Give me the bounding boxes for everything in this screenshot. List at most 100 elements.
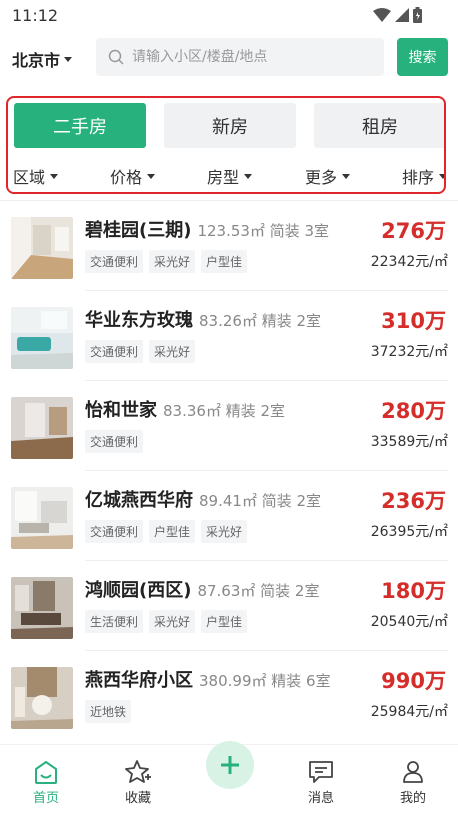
listing-thumbnail [11,217,73,279]
tab-rental[interactable]: 租房 [314,103,444,148]
filter-label: 房型 [207,168,240,187]
nav-favorites[interactable]: 收藏 [108,759,168,806]
search-button[interactable]: 搜索 [397,38,448,76]
listing-item[interactable]: 碧桂园(三期) 123.53㎡ 简装 3室 交通便利 采光好 户型佳 276万 … [0,201,458,291]
listing-price: 990万 [381,669,446,693]
listing-tag: 采光好 [149,250,196,273]
add-listing-button[interactable] [206,741,254,789]
listing-item[interactable]: 燕西华府小区 380.99㎡ 精装 6室 近地铁 990万 25984元/㎡ [0,651,458,741]
listing-tag: 采光好 [149,340,196,363]
listing-specs: 83.26㎡ 精装 2室 [199,312,322,330]
plus-icon [221,756,239,774]
caret-down-icon [244,173,253,179]
nav-messages-label: 消息 [307,791,334,806]
filter-sort[interactable]: 排序 [402,164,444,188]
filter-label: 更多 [305,168,338,187]
listing-tags: 交通便利 采光好 [85,340,196,363]
listing-tag: 交通便利 [85,520,144,543]
city-label: 北京市 [12,51,61,70]
listing-specs: 83.36㎡ 精装 2室 [163,402,286,420]
battery-icon [413,7,422,23]
listing-tag: 户型佳 [201,610,248,633]
listing-item[interactable]: 亿城燕西华府 89.41㎡ 简装 2室 交通便利 户型佳 采光好 236万 26… [0,471,458,561]
search-icon [108,49,124,65]
listing-unit-price: 33589元/㎡ [370,434,448,450]
nav-favorites-label: 收藏 [124,791,151,806]
listing-tag: 户型佳 [201,250,248,273]
listing-item[interactable]: 怡和世家 83.36㎡ 精装 2室 交通便利 280万 33589元/㎡ [0,381,458,471]
filter-label: 价格 [110,168,143,187]
listing-tags: 生活便利 采光好 户型佳 [85,610,248,633]
listing-tags: 交通便利 采光好 户型佳 [85,250,248,273]
listing-title-row: 怡和世家 83.36㎡ 精装 2室 [85,396,285,422]
listing-title-row: 华业东方玫瑰 83.26㎡ 精装 2室 [85,306,321,332]
listing-thumbnail [11,667,73,729]
nav-home[interactable]: 首页 [16,759,76,806]
listing-price: 280万 [381,399,446,423]
search-input[interactable] [132,49,372,65]
listing-title-row: 鸿顺园(西区) 87.63㎡ 简装 2室 [85,576,319,602]
listing-item[interactable]: 鸿顺园(西区) 87.63㎡ 简装 2室 生活便利 采光好 户型佳 180万 2… [0,561,458,651]
listing-specs: 380.99㎡ 精装 6室 [199,672,331,690]
caret-down-icon [439,173,444,179]
caret-down-icon [342,173,351,179]
filter-layout[interactable]: 房型 [207,164,253,188]
listing-title-row: 亿城燕西华府 89.41㎡ 简装 2室 [85,486,321,512]
caret-down-icon [147,173,156,179]
listing-thumbnail [11,307,73,369]
category-filter-panel: 二手房 新房 租房 区域 价格 房型 更多 排序 [6,96,446,194]
tab-second-hand[interactable]: 二手房 [14,103,146,148]
listing-tags: 交通便利 户型佳 采光好 [85,520,248,543]
caret-down-icon [50,173,59,179]
listing-thumbnail [11,487,73,549]
message-icon [309,761,333,783]
listing-title-row: 燕西华府小区 380.99㎡ 精装 6室 [85,666,331,692]
nav-profile-label: 我的 [399,791,426,806]
listing-name: 华业东方玫瑰 [85,310,193,331]
filter-label: 排序 [402,168,435,187]
listing-unit-price: 22342元/㎡ [370,254,448,270]
signal-icon [395,8,409,22]
listing-price: 310万 [381,309,446,333]
listing-tag: 近地铁 [85,700,132,723]
status-bar: 11:12 [0,0,458,30]
filter-more[interactable]: 更多 [305,164,351,188]
tab-new-house[interactable]: 新房 [164,103,296,148]
filter-label: 区域 [13,168,46,187]
wifi-icon [373,8,391,22]
listing-unit-price: 25984元/㎡ [370,704,448,720]
listing-name: 亿城燕西华府 [85,490,193,511]
listing-price: 276万 [381,219,446,243]
listing-specs: 87.63㎡ 简装 2室 [197,582,320,600]
search-header: 北京市 搜索 [0,38,458,78]
search-box[interactable] [96,38,384,76]
profile-icon [403,761,423,783]
listing-tag: 生活便利 [85,610,144,633]
listing-unit-price: 20540元/㎡ [370,614,448,630]
category-tabs: 二手房 新房 租房 [14,103,444,148]
nav-messages[interactable]: 消息 [291,759,351,806]
listing-price: 236万 [381,489,446,513]
filter-bar: 区域 价格 房型 更多 排序 [13,164,444,188]
filter-area[interactable]: 区域 [13,164,59,188]
listing-specs: 89.41㎡ 简装 2室 [199,492,322,510]
status-time: 11:12 [12,6,59,25]
listing-unit-price: 26395元/㎡ [370,524,448,540]
listing-specs: 123.53㎡ 简装 3室 [197,222,330,240]
home-icon [35,760,57,784]
listing-thumbnail [11,397,73,459]
listing-thumbnail [11,577,73,639]
bottom-nav: 首页 收藏 消息 我的 [0,741,458,814]
caret-down-icon [64,56,73,62]
listing-item[interactable]: 华业东方玫瑰 83.26㎡ 精装 2室 交通便利 采光好 310万 37232元… [0,291,458,381]
listing-list: 碧桂园(三期) 123.53㎡ 简装 3室 交通便利 采光好 户型佳 276万 … [0,201,458,741]
filter-price[interactable]: 价格 [110,164,156,188]
nav-profile[interactable]: 我的 [383,759,443,806]
city-selector[interactable]: 北京市 [12,47,73,71]
listing-tags: 交通便利 [85,430,144,453]
listing-tag: 户型佳 [149,520,196,543]
listing-tag: 采光好 [149,610,196,633]
listing-price: 180万 [381,579,446,603]
listing-title-row: 碧桂园(三期) 123.53㎡ 简装 3室 [85,216,329,242]
listing-name: 碧桂园(三期) [85,220,192,241]
